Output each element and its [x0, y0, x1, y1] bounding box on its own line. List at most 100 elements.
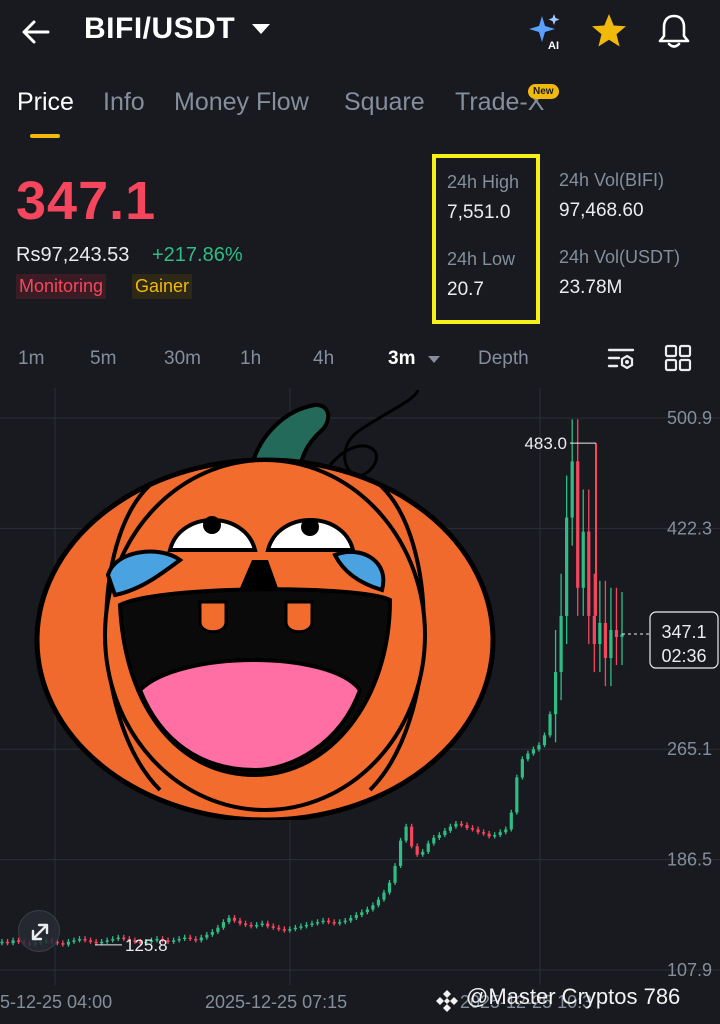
candle-body — [365, 909, 369, 913]
candle-body — [321, 920, 325, 923]
expand-icon[interactable] — [18, 910, 60, 952]
interval-4h[interactable]: 4h — [313, 348, 334, 370]
interval-1h[interactable]: 1h — [240, 348, 261, 370]
tab-price[interactable]: Price — [17, 88, 74, 117]
candle-body — [0, 941, 4, 944]
time-axis-tick: 2025-12-25 07:15 — [205, 992, 347, 1012]
monitoring-tag[interactable]: Monitoring — [16, 274, 107, 299]
price-change-percent: +217.86% — [152, 244, 243, 266]
price-axis-tick: 265.1 — [667, 739, 712, 759]
candle-body — [260, 923, 264, 926]
candle-body — [304, 924, 309, 927]
high-marker-label: 483.0 — [524, 434, 567, 453]
highlight-box — [432, 154, 540, 324]
candle-body — [498, 832, 502, 836]
new-badge: New — [528, 84, 559, 99]
candle-body — [111, 938, 115, 941]
layout-grid-icon[interactable] — [664, 344, 692, 372]
candle-body — [77, 938, 82, 941]
candle-body — [482, 832, 486, 834]
candle-body — [315, 922, 320, 924]
candle-body — [454, 823, 458, 827]
candle-body — [609, 629, 613, 659]
candle-body — [620, 634, 624, 637]
candle-body — [465, 825, 469, 828]
candle-body — [553, 672, 558, 715]
pair-selector[interactable]: BIFI/USDT — [84, 12, 235, 46]
tab-info[interactable]: Info — [103, 88, 145, 117]
bell-icon[interactable] — [656, 12, 692, 50]
candle-body — [542, 735, 547, 746]
indicator-settings-icon[interactable] — [606, 344, 636, 374]
crying-pumpkin-sticker — [34, 390, 496, 820]
candle-body — [277, 927, 281, 930]
candle-body — [448, 826, 452, 831]
gainer-tag[interactable]: Gainer — [132, 274, 193, 299]
back-arrow-icon[interactable] — [18, 14, 54, 50]
interval-5m[interactable]: 5m — [90, 348, 116, 370]
candle-body — [476, 829, 480, 833]
candle-body — [598, 622, 602, 644]
ai-sparkle-icon[interactable]: AI — [524, 12, 564, 52]
candle-body — [243, 923, 248, 926]
interval-1m[interactable]: 1m — [18, 348, 44, 370]
candle-body — [565, 517, 569, 616]
candle-body — [83, 938, 87, 941]
candle-body — [199, 937, 203, 941]
candle-body — [437, 835, 441, 838]
candle-body — [387, 882, 392, 893]
candle-body — [371, 905, 375, 910]
candle-body — [426, 843, 430, 852]
candle-body — [537, 745, 541, 750]
low-marker-label: 125.8 — [125, 936, 168, 955]
candle-body — [393, 865, 397, 883]
depth-tab[interactable]: Depth — [478, 348, 529, 370]
candle-body — [515, 777, 519, 813]
candle-body — [310, 923, 314, 926]
tab-money-flow[interactable]: Money Flow — [174, 88, 309, 117]
top-bar: BIFI/USDT AI — [0, 0, 720, 66]
chevron-down-icon[interactable] — [252, 24, 270, 34]
tab-square[interactable]: Square — [344, 88, 425, 117]
candle-body — [66, 941, 71, 945]
candle-body — [188, 937, 192, 940]
last-price-tag-value: 347.1 — [661, 622, 706, 642]
price-axis: 500.9 422.3 265.1 186.5 107.9 — [667, 408, 712, 980]
chevron-down-icon[interactable] — [428, 356, 440, 363]
candle-body — [216, 927, 220, 932]
candle-body — [432, 837, 436, 844]
vol-quote-value: 23.78M — [559, 277, 623, 298]
candle-body — [299, 926, 303, 928]
candle-body — [404, 826, 408, 841]
vol-quote-label: 24h Vol(USDT) — [559, 247, 681, 267]
star-icon[interactable] — [590, 12, 628, 50]
tab-bar: Price Info Money Flow Square Trade-X New — [0, 84, 720, 140]
interval-3m[interactable]: 3m — [388, 348, 415, 370]
candle-body — [487, 833, 491, 837]
candle-body — [470, 827, 475, 830]
candle-body — [332, 922, 336, 924]
candle-body — [100, 941, 104, 944]
price-axis-tick: 422.3 — [667, 518, 712, 538]
price-axis-tick: 500.9 — [667, 408, 712, 428]
candle-body — [255, 924, 259, 927]
candle-body — [398, 840, 403, 866]
candle-body — [249, 924, 253, 927]
interval-30m[interactable]: 30m — [164, 348, 201, 370]
vol-base-value: 97,468.60 — [559, 200, 644, 221]
candle-body — [210, 931, 214, 935]
candle-body — [343, 920, 347, 923]
candle-body — [504, 829, 508, 833]
candle-body — [11, 940, 15, 944]
candle-body — [415, 846, 419, 855]
active-tab-indicator — [30, 134, 60, 138]
candle-body — [443, 830, 447, 836]
candle-body — [581, 531, 585, 588]
candle-body — [172, 940, 176, 942]
binance-logo-icon — [436, 990, 458, 1012]
candle-body — [614, 629, 619, 637]
time-axis-tick: 5-12-25 04:00 — [0, 992, 112, 1012]
candle-body — [376, 899, 381, 906]
candle-body — [531, 749, 536, 754]
candle-body — [293, 927, 297, 930]
